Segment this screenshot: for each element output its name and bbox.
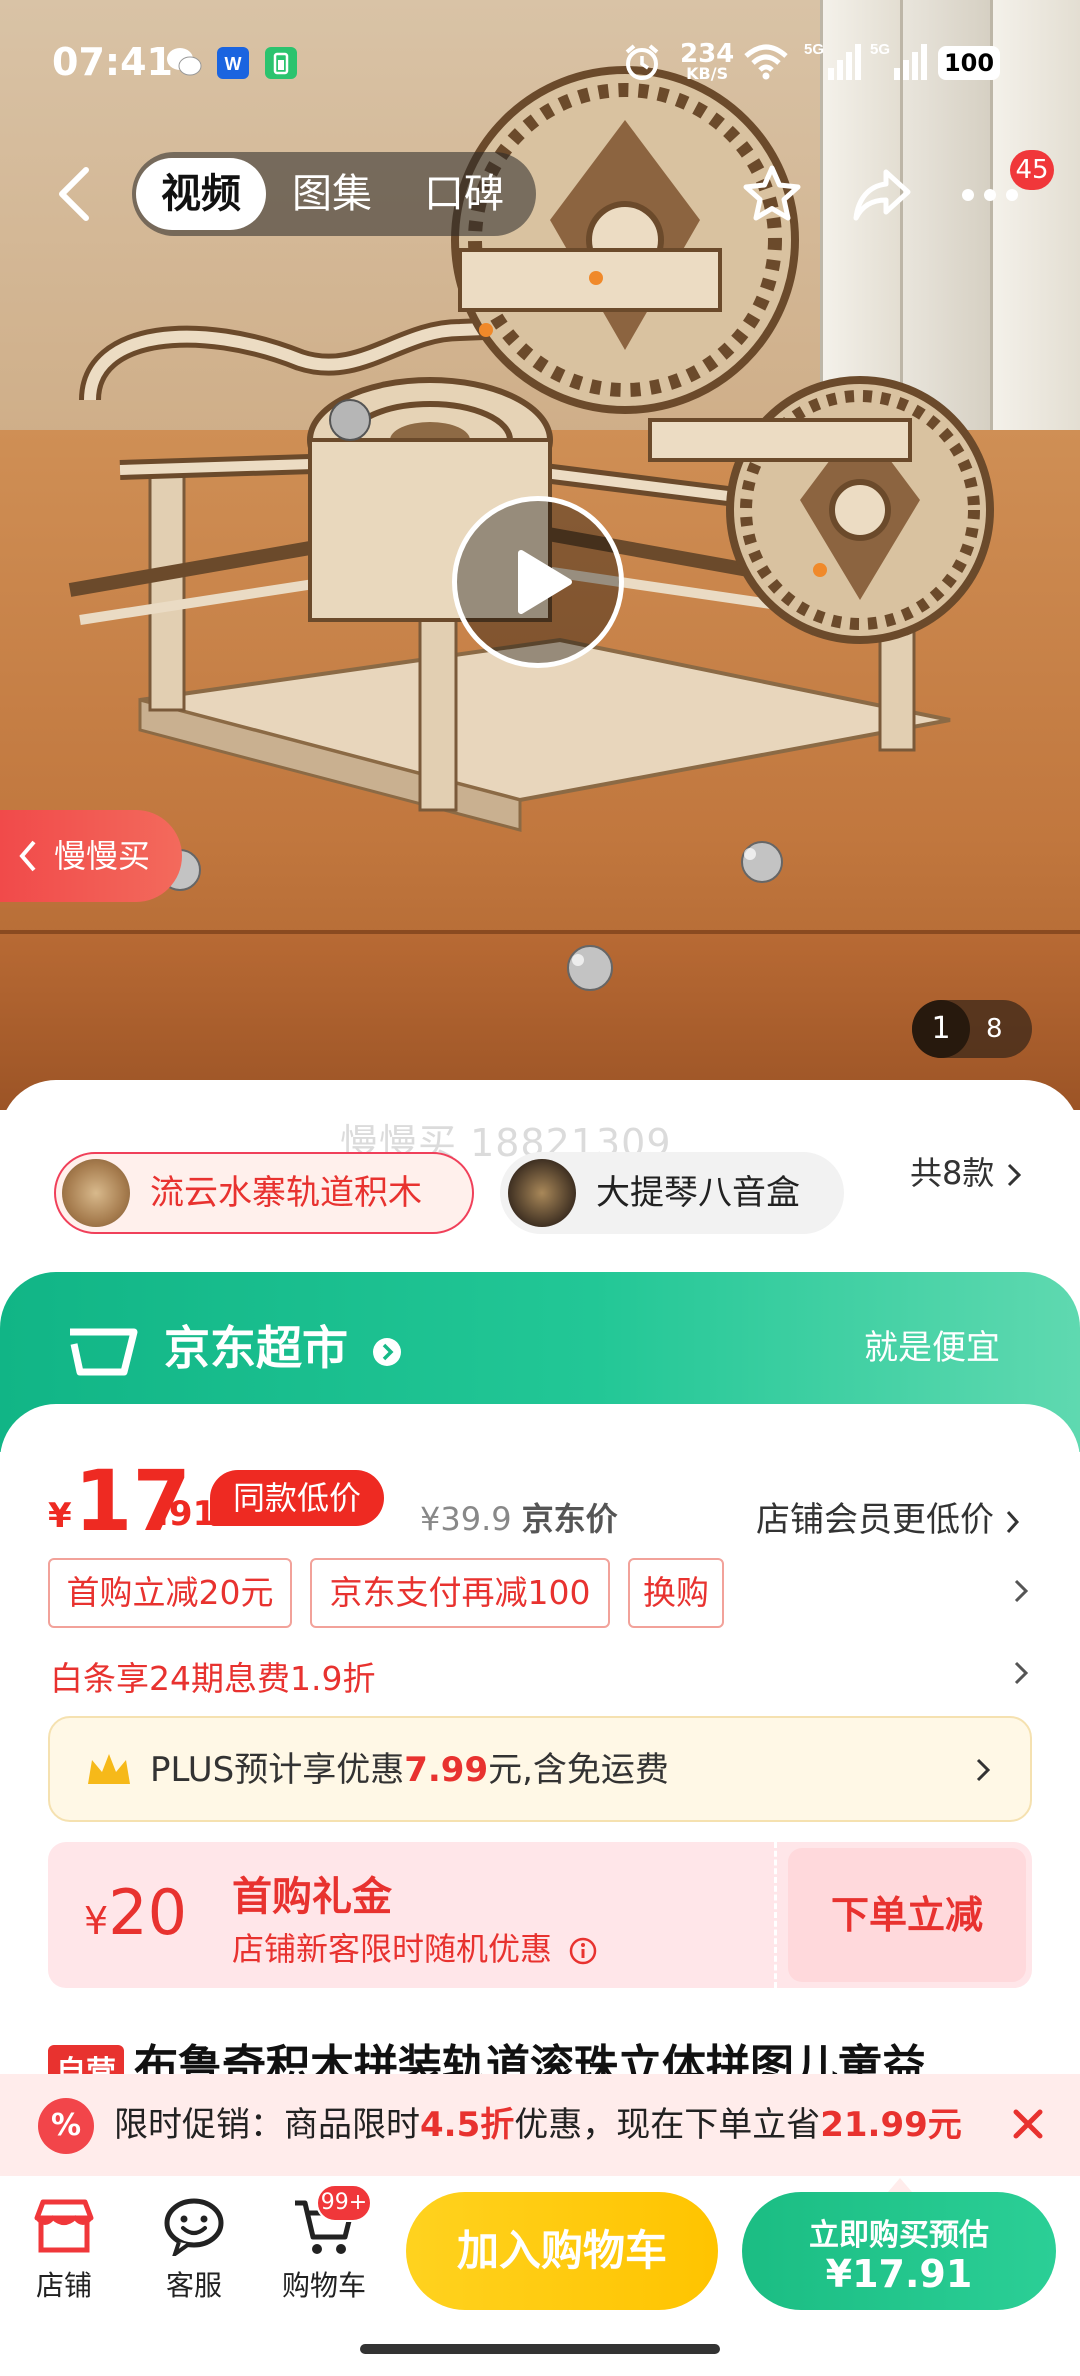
status-time: 07:41 [52,40,173,84]
tab-video[interactable]: 视频 [136,158,266,230]
variant-count-button[interactable]: 共8款 [910,1148,1023,1194]
buy-now-price: ¥17.91 [825,2252,973,2296]
gift-description: 店铺新客限时随机优惠 [232,1924,598,1970]
chevron-right-icon [1014,1579,1029,1603]
pager-current: 1 [912,1000,970,1058]
variant-label: 大提琴八音盒 [596,1173,800,1213]
gallery-pager: 1 8 [912,1000,1032,1058]
member-price-label: 店铺会员更低价 [756,1500,994,1540]
original-price: ¥39.9 [420,1500,512,1538]
coupons-more-button[interactable] [1012,1574,1030,1614]
jd-supermarket-icon [70,1328,138,1375]
signal-icon: 5G [804,40,862,86]
member-price-link[interactable]: 店铺会员更低价 [756,1492,1021,1541]
info-icon [569,1937,597,1965]
more-icon [962,189,1018,201]
message-badge: 45 [1010,150,1054,190]
shop-button[interactable]: 店铺 [4,2188,124,2304]
buy-now-label: 立即购买预估 [809,2218,989,2253]
crown-icon [88,1754,130,1784]
coupon-first-purchase[interactable]: 首购立减20元 [48,1558,292,1628]
share-icon [853,169,911,221]
jd-supermarket-slogan: 就是便宜 [864,1328,1000,1368]
signal1-label: 5G [804,41,824,58]
signal2-label: 5G [870,41,890,58]
signal-icon: 5G [870,40,928,86]
share-button[interactable] [850,162,914,230]
variant-label: 流云水寨轨道积木 [150,1173,422,1213]
variant-thumbnail [62,1159,130,1227]
jd-supermarket-name: 京东超市 [164,1321,349,1375]
variant-option-selected[interactable]: 流云水寨轨道积木 [54,1152,474,1234]
variant-option[interactable]: 大提琴八音盒 [500,1152,844,1234]
star-icon [743,165,801,221]
chevron-right-icon [976,1758,991,1782]
baitiao-more-button[interactable] [1012,1656,1030,1696]
chevron-right-icon [1014,1661,1029,1685]
chevron-right-icon [1006,1510,1019,1533]
product-gallery[interactable]: 07:41 W 234 KB/S 5G 5G 100 视频 图集 口碑 45 慢… [0,0,1080,1110]
close-icon [1013,2109,1043,2139]
wifi-icon [742,42,790,84]
price-decimal: .91 [156,1494,217,1534]
coupon-jd-pay[interactable]: 京东支付再减100 [310,1558,610,1628]
slow-buy-label: 慢慢买 [54,837,151,875]
customer-service-button[interactable]: 客服 [134,2188,254,2304]
alarm-icon [622,42,662,86]
favorite-button[interactable] [740,162,804,230]
shop-label: 店铺 [35,2269,92,2302]
promotion-text: 限时促销：商品限时4.5折优惠，现在下单立省21.99元 [114,2105,962,2145]
same-item-low-price-tag: 同款低价 [210,1470,384,1526]
svg-text:W: W [225,54,242,74]
chevron-right-circle-icon [373,1337,402,1366]
cart-count-badge: 99+ [316,2184,372,2222]
buy-now-pointer [888,2178,912,2192]
jd-supermarket-logo: 京东超市 [64,1312,402,1380]
plus-benefit-text: PLUS预计享优惠7.99元,含免运费 [150,1750,669,1790]
discount-icon: % [38,2098,94,2154]
gift-action-button[interactable]: 下单立减 [788,1848,1026,1982]
jd-price: ¥39.9 京东价 [420,1494,618,1540]
battery-level: 100 [938,46,1000,80]
play-icon [518,550,572,614]
original-price-label: 京东价 [521,1500,618,1538]
gift-title: 首购礼金 [232,1874,392,1920]
buy-now-button[interactable]: 立即购买预估 ¥17.91 [742,2178,1056,2310]
back-icon [59,167,89,221]
pager-total: 8 [986,1014,1003,1044]
shop-icon [34,2199,94,2253]
close-promotion-button[interactable] [1006,2102,1050,2146]
chat-icon [164,2198,224,2256]
coupon-exchange[interactable]: 换购 [628,1558,724,1628]
wechat-icon [166,46,202,82]
first-purchase-gift-card[interactable]: ¥20 首购礼金 店铺新客限时随机优惠 下单立减 [48,1842,1032,1988]
chevron-right-icon [1007,1163,1021,1187]
back-button[interactable] [50,164,100,224]
play-button[interactable] [452,496,624,668]
gift-divider [774,1842,777,1988]
battery-saver-icon [264,46,298,84]
customer-service-label: 客服 [165,2269,222,2302]
home-indicator[interactable] [360,2344,720,2354]
tab-gallery[interactable]: 图集 [292,152,372,236]
plus-benefit-bar[interactable]: PLUS预计享优惠7.99元,含免运费 [48,1716,1032,1822]
variant-count: 共8款 [910,1154,995,1192]
wps-icon: W [216,46,250,84]
status-bar: 07:41 W 234 KB/S 5G 5G 100 [0,0,1080,128]
add-to-cart-button[interactable]: 加入购物车 [406,2192,718,2310]
slow-buy-button[interactable]: 慢慢买 [0,810,182,902]
media-tabs: 视频 图集 口碑 [132,152,536,236]
more-button[interactable] [960,180,1020,214]
cart-label: 购物车 [281,2269,366,2302]
tab-reviews[interactable]: 口碑 [424,152,504,236]
variant-thumbnail [508,1159,576,1227]
gift-amount: ¥20 [84,1876,188,1949]
promotion-bar[interactable]: % 限时促销：商品限时4.5折优惠，现在下单立省21.99元 [0,2074,1080,2176]
net-speed: 234 KB/S [680,39,735,83]
chevron-left-icon [19,840,36,872]
price-currency: ¥ [48,1496,72,1536]
baitiao-installment[interactable]: 白条享24期息费1.9折 [50,1652,375,1700]
